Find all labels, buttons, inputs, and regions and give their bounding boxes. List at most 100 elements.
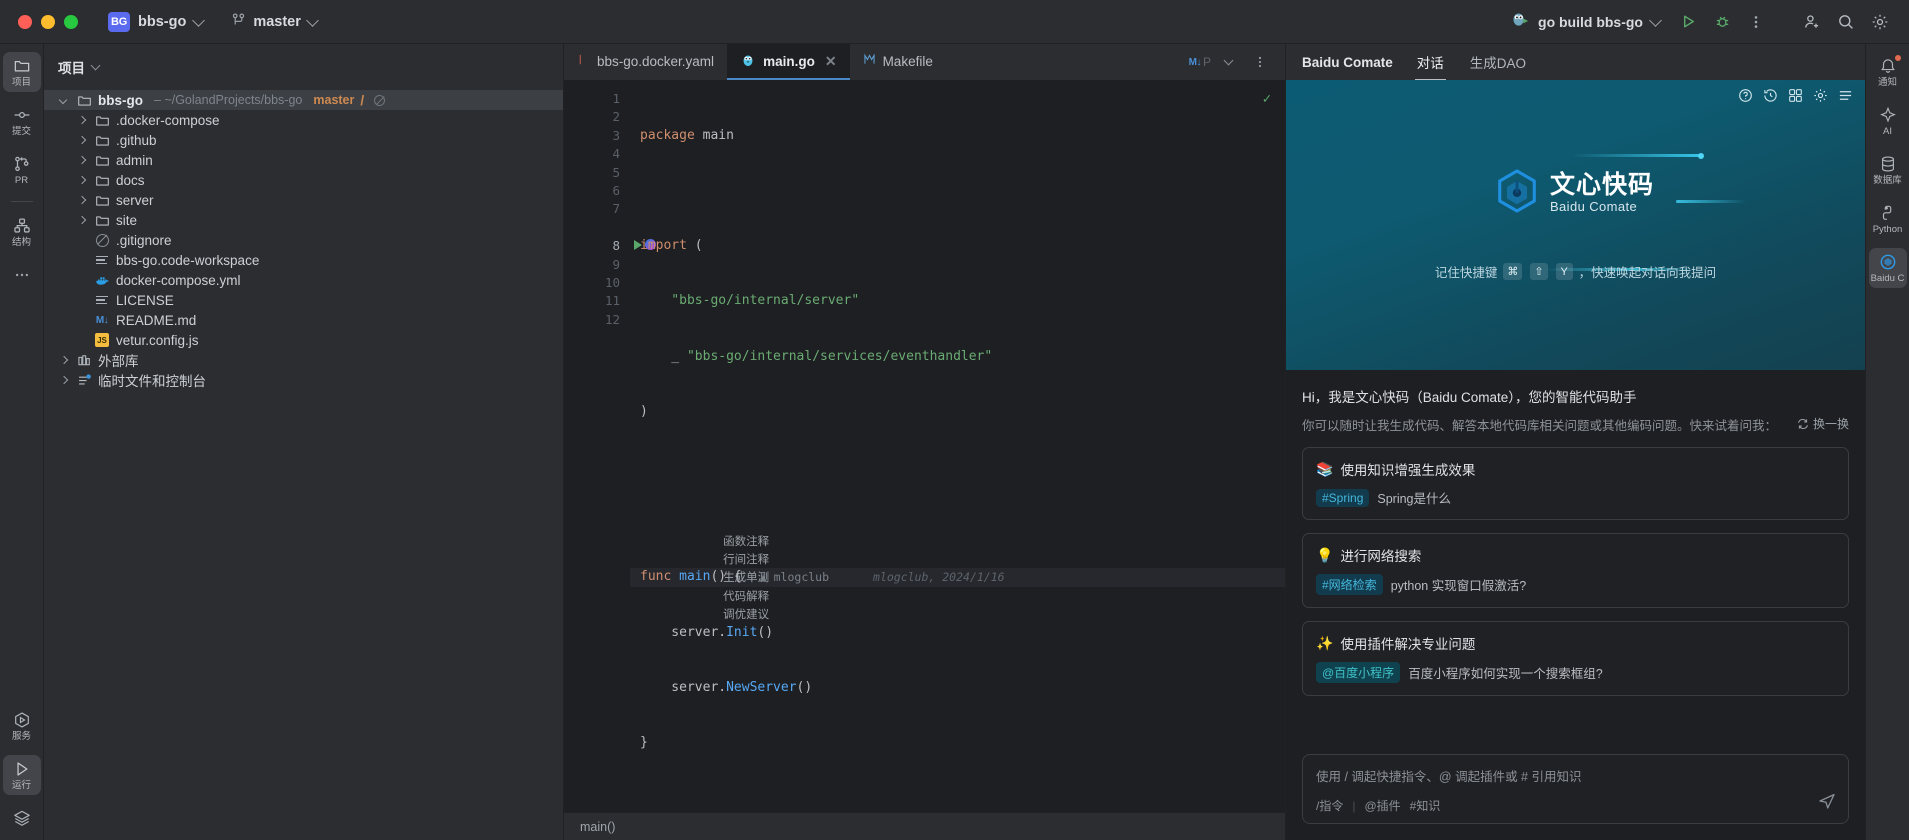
close-window-button[interactable] <box>18 14 32 29</box>
tree-row-readme[interactable]: M↓ README.md <box>44 310 563 330</box>
inlay-hint-explain-code[interactable]: 代码解释 <box>723 589 769 603</box>
tree-row-license[interactable]: LICENSE <box>44 290 563 310</box>
send-icon[interactable] <box>1818 792 1836 813</box>
comate-composer-shortcuts: /指令 | @插件 #知识 <box>1316 797 1835 814</box>
suggestion-card-plugin[interactable]: ✨ 使用插件解决专业问题 @百度小程序 百度小程序如何实现一个搜索框组? <box>1302 621 1849 696</box>
chevron-right-icon[interactable] <box>76 154 88 166</box>
shortcut-knowledge[interactable]: #知识 <box>1410 797 1441 814</box>
project-selector[interactable]: BG bbs-go <box>100 8 211 36</box>
settings-button[interactable] <box>1865 7 1895 37</box>
comate-panel: Baidu Comate 对话 生成DAO 文心快码 Baidu Comate … <box>1285 44 1865 840</box>
minimize-window-button[interactable] <box>41 14 55 29</box>
kbd-cmd: ⌘ <box>1503 263 1523 280</box>
sidebar-item-label: Baidu C <box>1870 273 1905 284</box>
sidebar-item-project[interactable]: 项目 <box>2 52 41 92</box>
tree-row-code-workspace[interactable]: bbs-go.code-workspace <box>44 250 563 270</box>
editor-area: bbs-go.docker.yaml main.go ✕ Makefile M↓… <box>564 44 1285 840</box>
go-gopher-icon <box>1511 11 1530 33</box>
inlay-hint-function-comment[interactable]: 函数注释 <box>723 534 769 548</box>
tab-bbs-go-docker-yaml[interactable]: bbs-go.docker.yaml <box>564 44 727 80</box>
sidebar-item-services[interactable]: 服务 <box>3 706 41 746</box>
tree-row-site-dir[interactable]: site <box>44 210 563 230</box>
sidebar-item-database[interactable]: 数据库 <box>1869 150 1907 190</box>
gear-icon[interactable] <box>1813 88 1828 106</box>
tab-generate-dao[interactable]: 生成DAO <box>1468 44 1528 81</box>
sidebar-item-commit[interactable]: 提交 <box>3 101 41 141</box>
sidebar-item-baidu-comate[interactable]: Baidu C <box>1868 248 1907 288</box>
comate-input-placeholder[interactable]: 使用 / 调起快捷指令、@ 调起插件或 # 引用知识 <box>1316 766 1835 785</box>
tree-row-docs-dir[interactable]: docs <box>44 170 563 190</box>
tab-main-go[interactable]: main.go ✕ <box>727 44 850 80</box>
chevron-right-icon[interactable] <box>58 374 70 386</box>
new-chat-icon[interactable] <box>1788 88 1803 106</box>
search-button[interactable] <box>1831 7 1861 37</box>
close-icon[interactable]: ✕ <box>825 53 837 70</box>
inlay-hint-optimize[interactable]: 调优建议 <box>723 607 769 621</box>
history-icon[interactable] <box>1763 88 1778 106</box>
chevron-down-icon <box>90 60 101 71</box>
tree-row-gitignore[interactable]: .gitignore <box>44 230 563 250</box>
tree-row-docker-compose-yml[interactable]: docker-compose.yml <box>44 270 563 290</box>
run-configuration-selector[interactable]: go build bbs-go <box>1502 7 1669 37</box>
sidebar-item-structure[interactable]: 结构 <box>3 212 41 252</box>
window-controls[interactable] <box>18 14 78 29</box>
tree-row-root[interactable]: bbs-go – ~/GolandProjects/bbs-go master … <box>44 90 563 110</box>
sidebar-item-run[interactable]: 运行 <box>2 755 41 795</box>
line-number: 5 <box>612 164 620 180</box>
suggestion-card-example[interactable]: #Spring Spring是什么 <box>1316 488 1835 507</box>
chevron-right-icon[interactable] <box>76 214 88 226</box>
tree-row-github-dir[interactable]: .github <box>44 130 563 150</box>
code-content[interactable]: package main import ( "bbs-go/internal/s… <box>630 80 1285 812</box>
chevron-right-icon[interactable] <box>76 134 88 146</box>
debug-button[interactable] <box>1707 7 1737 37</box>
chevron-right-icon[interactable] <box>58 354 70 366</box>
chevron-down-icon[interactable] <box>58 94 70 106</box>
chevron-right-icon[interactable] <box>76 114 88 126</box>
code-editor[interactable]: 1 2 3 4 5 6 7 8 9 10 11 12 package main … <box>564 80 1285 812</box>
suggestion-card-web-search[interactable]: 💡 进行网络搜索 #网络检索 python 实现窗口假激活? <box>1302 533 1849 608</box>
tree-item-label: .docker-compose <box>116 112 220 128</box>
comate-composer[interactable]: 使用 / 调起快捷指令、@ 调起插件或 # 引用知识 /指令 | @插件 #知识 <box>1302 754 1849 824</box>
chevron-right-icon[interactable] <box>76 174 88 186</box>
line-number-gutter: 1 2 3 4 5 6 7 8 9 10 11 12 <box>564 80 656 812</box>
breadcrumb[interactable]: main() <box>580 820 615 834</box>
editor-more-button[interactable] <box>1245 47 1275 77</box>
suggestion-card-example[interactable]: #网络检索 python 实现窗口假激活? <box>1316 574 1835 595</box>
run-button[interactable] <box>1673 7 1703 37</box>
tree-row-docker-compose-dir[interactable]: .docker-compose <box>44 110 563 130</box>
sidebar-item-pull-request[interactable]: PR <box>3 150 41 190</box>
suggestion-card-knowledge[interactable]: 📚 使用知识增强生成效果 #Spring Spring是什么 <box>1302 447 1849 520</box>
markdown-preview-icon[interactable]: M↓ <box>1189 57 1202 68</box>
line-number: 2 <box>612 109 620 125</box>
help-icon[interactable] <box>1738 88 1753 106</box>
library-icon <box>76 352 92 368</box>
more-options-button[interactable] <box>1741 7 1771 37</box>
sidebar-item-ai[interactable]: AI <box>1869 101 1907 141</box>
tab-makefile[interactable]: Makefile <box>850 44 946 80</box>
project-panel-header[interactable]: 项目 <box>44 52 563 82</box>
sidebar-item-python[interactable]: Python <box>1869 199 1907 239</box>
chevron-right-icon[interactable] <box>76 194 88 206</box>
tree-row-server-dir[interactable]: server <box>44 190 563 210</box>
comate-inlay-hints[interactable]: 函数注释 行间注释 生成单测 代码解释 调优建议 <box>630 513 1285 622</box>
maximize-window-button[interactable] <box>64 14 78 29</box>
branch-selector[interactable]: master <box>223 8 325 35</box>
inspections-ok-icon[interactable]: ✓ <box>1263 90 1271 108</box>
add-user-button[interactable] <box>1797 7 1827 37</box>
tree-row-vetur-config[interactable]: JS vetur.config.js <box>44 330 563 350</box>
chevron-down-icon[interactable] <box>1213 47 1243 77</box>
text-file-icon <box>94 292 110 308</box>
shortcut-plugin[interactable]: @插件 <box>1364 797 1400 814</box>
tree-row-external-libraries[interactable]: 外部库 <box>44 350 563 370</box>
tree-row-admin-dir[interactable]: admin <box>44 150 563 170</box>
sidebar-item-notifications[interactable]: 通知 <box>1869 52 1907 92</box>
shortcut-command[interactable]: /指令 <box>1316 797 1343 814</box>
menu-icon[interactable] <box>1838 88 1853 106</box>
inlay-hint-inline-comment[interactable]: 行间注释 <box>723 552 769 566</box>
refresh-suggestions-button[interactable]: 换一换 <box>1797 415 1849 432</box>
sidebar-item-more[interactable] <box>3 261 41 288</box>
sidebar-item-layers[interactable] <box>3 804 41 831</box>
tree-row-scratches-consoles[interactable]: 临时文件和控制台 <box>44 370 563 390</box>
tab-chat[interactable]: 对话 <box>1414 44 1446 81</box>
suggestion-card-example[interactable]: @百度小程序 百度小程序如何实现一个搜索框组? <box>1316 662 1835 683</box>
